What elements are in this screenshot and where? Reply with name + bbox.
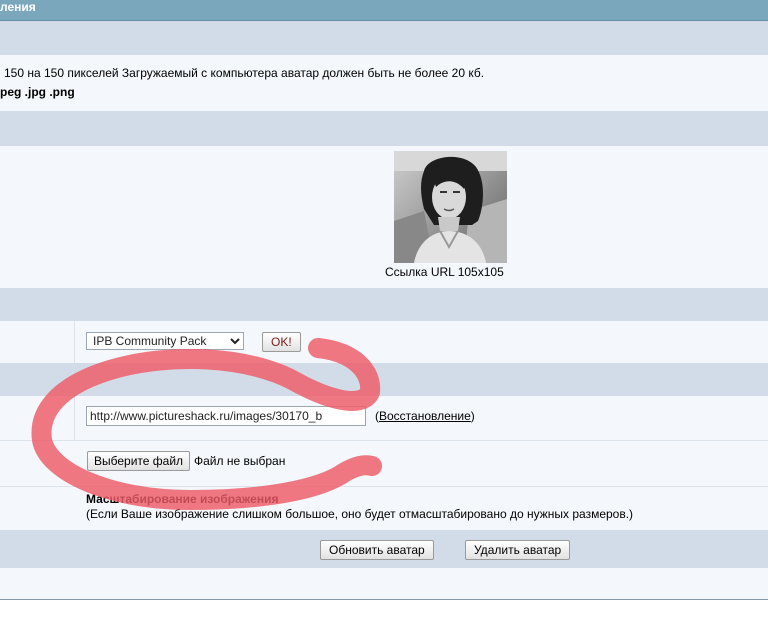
avatar-preview-row [0,146,768,288]
section-band [0,363,768,396]
section-band [0,111,768,146]
footer-row [0,568,768,599]
avatar-url-input[interactable] [86,406,366,426]
section-band [0,21,768,55]
allowed-formats: peg .jpg .png [0,85,75,99]
restore-link[interactable]: Восстановление [379,409,471,423]
scaling-title: Масштабирование изображения [86,492,279,506]
scaling-description: (Если Ваше изображение слишком большое, … [86,507,634,521]
restore-wrapper: (Восстановление) [375,409,475,423]
avatar-caption: Ссылка URL 105x105 [385,265,504,279]
section-title: ления [0,0,36,14]
gallery-select[interactable]: IPB Community Pack [86,332,244,350]
delete-avatar-button[interactable]: Удалить аватар [465,540,571,560]
section-band [0,288,768,321]
update-avatar-button[interactable]: Обновить аватар [320,540,434,560]
section-header: ления [0,0,768,21]
portrait-photo-icon [394,151,507,263]
file-status: Файл не выбран [194,454,286,468]
avatar-image [394,151,507,263]
info-row: 150 на 150 пикселей Загружаемый с компью… [0,55,768,111]
gallery-ok-button[interactable]: OK! [262,332,301,352]
column-divider [74,321,75,363]
restore-close-paren: ) [470,409,475,423]
avatar-size-info: 150 на 150 пикселей Загружаемый с компью… [4,66,485,80]
choose-file-button[interactable]: Выберите файл [87,451,191,471]
footer-border [0,599,768,600]
